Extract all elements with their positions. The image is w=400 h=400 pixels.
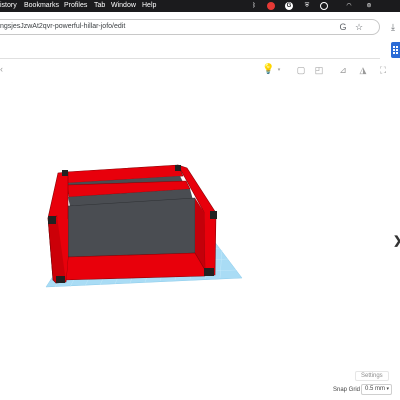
corner-block [175, 165, 181, 171]
panel-expand-icon[interactable]: ❯ [393, 234, 400, 247]
snap-grid-label: Snap Grid [333, 387, 361, 393]
corner-block [204, 268, 214, 276]
workplane-canvas[interactable] [0, 0, 400, 400]
snap-grid-select[interactable]: 0.5 mm ▾ [361, 384, 392, 395]
corner-block [62, 170, 68, 176]
inner-wall [67, 197, 196, 258]
chevron-down-icon: ▾ [386, 386, 389, 392]
floor [62, 252, 206, 281]
corner-block [48, 216, 56, 224]
corner-block [56, 276, 65, 283]
snap-grid-value: 0.5 mm [365, 386, 386, 392]
settings-button[interactable]: Settings [355, 371, 389, 381]
corner-block [210, 211, 217, 219]
